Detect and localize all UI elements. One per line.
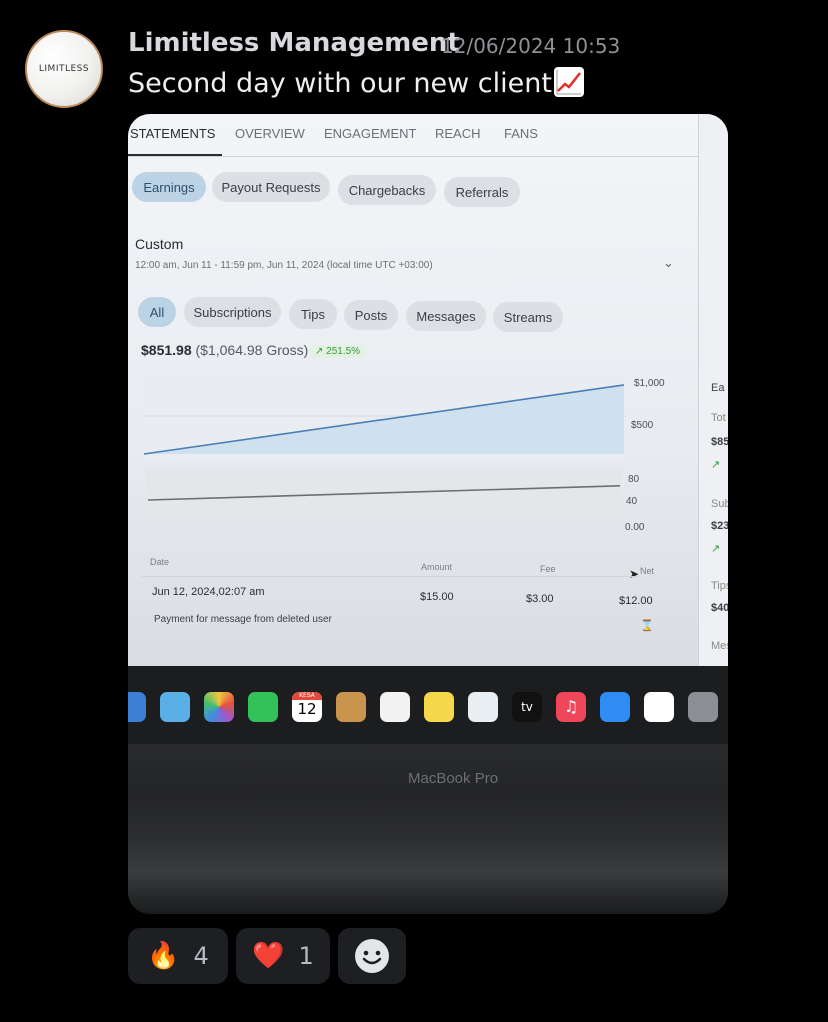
reaction-count: 4 — [193, 942, 209, 970]
photo-attachment[interactable]: STATEMENTS OVERVIEW ENGAGEMENT REACH FAN… — [128, 114, 728, 914]
earnings-change-badge: ↗ 251.5% — [310, 345, 366, 358]
table-divider — [142, 576, 638, 577]
photos-icon — [204, 692, 234, 722]
maps-icon — [160, 692, 190, 722]
add-reaction-button[interactable] — [338, 928, 406, 984]
filter-messages: Messages — [406, 301, 486, 331]
heart-emoji-icon: ❤️ — [252, 941, 285, 971]
count-line-chart — [146, 470, 622, 516]
chart1-tick-500: $500 — [631, 420, 654, 431]
chart1-tick-1000: $1,000 — [634, 378, 665, 389]
calendar-day: 12 — [297, 700, 317, 718]
filter-all: All — [138, 297, 176, 327]
subtab-earnings: Earnings — [132, 172, 206, 202]
earnings-area-chart — [142, 372, 626, 462]
side-tips-value: $40.0 — [711, 602, 728, 614]
tab-reach: REACH — [435, 126, 481, 141]
facetime-icon — [248, 692, 278, 722]
chart2-tick-40: 40 — [626, 496, 638, 507]
row-date: Jun 12, 2024,02:07 am — [152, 586, 265, 598]
chart2-tick-0: 0.00 — [625, 522, 645, 533]
message-text: Second day with our new client — [128, 67, 584, 99]
subtab-referrals: Referrals — [444, 177, 520, 207]
table-header-net: Net — [640, 566, 655, 576]
subtab-payout-requests: Payout Requests — [212, 172, 330, 202]
tab-engagement: ENGAGEMENT — [324, 126, 417, 141]
apple-tv-icon: tv — [512, 692, 542, 722]
side-messages-label: Messa — [711, 640, 728, 652]
table-header-amount: Amount — [421, 562, 453, 572]
row-description: Payment for message from deleted user — [154, 614, 332, 625]
filter-streams: Streams — [493, 302, 563, 332]
table-header-fee: Fee — [540, 564, 556, 574]
side-title: Ea — [711, 382, 725, 394]
smiley-icon — [355, 939, 389, 973]
cursor-icon: ➤ — [629, 567, 640, 581]
earnings-summary: $851.98 ($1,064.98 Gross) — [141, 342, 308, 358]
active-tab-underline — [128, 154, 222, 156]
loading-spinner-icon: ⌛ — [640, 619, 654, 632]
row-net: $12.00 — [619, 595, 653, 607]
app-store-icon — [600, 692, 630, 722]
row-amount: $15.00 — [420, 591, 454, 603]
statement-tabs: STATEMENTS OVERVIEW ENGAGEMENT REACH FAN… — [128, 114, 703, 157]
filter-tips: Tips — [289, 299, 337, 329]
chart2-tick-80: 80 — [628, 474, 640, 485]
contacts-icon — [336, 692, 366, 722]
subtab-chargebacks: Chargebacks — [338, 175, 436, 205]
laptop-label: MacBook Pro — [408, 770, 499, 787]
side-earnings-panel: Ea Tot $85 ↗ Subs $230 ↗ Tips $40.0 Mess… — [698, 114, 728, 666]
tab-statements: STATEMENTS — [130, 126, 216, 141]
fire-emoji-icon: 🔥 — [147, 941, 180, 971]
reminders-icon — [380, 692, 410, 722]
calendar-month: KESA — [292, 692, 322, 700]
vpn-app-icon — [644, 692, 674, 722]
date-range-title: Custom — [135, 236, 184, 252]
filter-subscriptions: Subscriptions — [184, 297, 281, 327]
side-total-change: ↗ — [711, 459, 721, 471]
side-tips-label: Tips — [711, 580, 728, 592]
filter-posts: Posts — [344, 300, 398, 330]
message-timestamp: 12/06/2024 10:53 — [441, 34, 621, 58]
calendar-icon: KESA 12 — [292, 692, 322, 722]
side-subs-value: $230 — [711, 520, 728, 532]
mail-icon — [128, 692, 146, 722]
system-settings-icon — [688, 692, 718, 722]
freeform-icon — [468, 692, 498, 722]
reaction-count: 1 — [298, 942, 314, 970]
photographed-screen: STATEMENTS OVERVIEW ENGAGEMENT REACH FAN… — [128, 114, 728, 666]
earnings-gross: ($1,064.98 Gross) — [195, 342, 309, 358]
avatar-logo-text: LIMITLESS — [38, 64, 90, 74]
side-total-value: $85 — [711, 436, 728, 448]
chart-increasing-emoji-icon — [553, 67, 584, 97]
chevron-down-icon: ⌄ — [663, 256, 674, 271]
message-body: Second day with our new client — [128, 68, 552, 99]
row-fee: $3.00 — [526, 593, 554, 605]
side-subs-change: ↗ — [711, 543, 721, 555]
reaction-heart[interactable]: ❤️ 1 — [236, 928, 330, 984]
author-name[interactable]: Limitless Management — [128, 28, 460, 58]
side-subs-label: Subs — [711, 498, 728, 510]
music-icon: ♫ — [556, 692, 586, 722]
tab-overview: OVERVIEW — [235, 126, 305, 141]
author-avatar[interactable]: LIMITLESS — [25, 30, 103, 108]
earnings-net: $851.98 — [141, 342, 192, 358]
tab-fans: FANS — [504, 126, 538, 141]
notes-icon — [424, 692, 454, 722]
side-total-label: Tot — [711, 412, 726, 424]
date-range-subtitle: 12:00 am, Jun 11 - 11:59 pm, Jun 11, 202… — [135, 260, 433, 271]
reaction-fire[interactable]: 🔥 4 — [128, 928, 228, 984]
table-header-date: Date — [150, 557, 170, 567]
